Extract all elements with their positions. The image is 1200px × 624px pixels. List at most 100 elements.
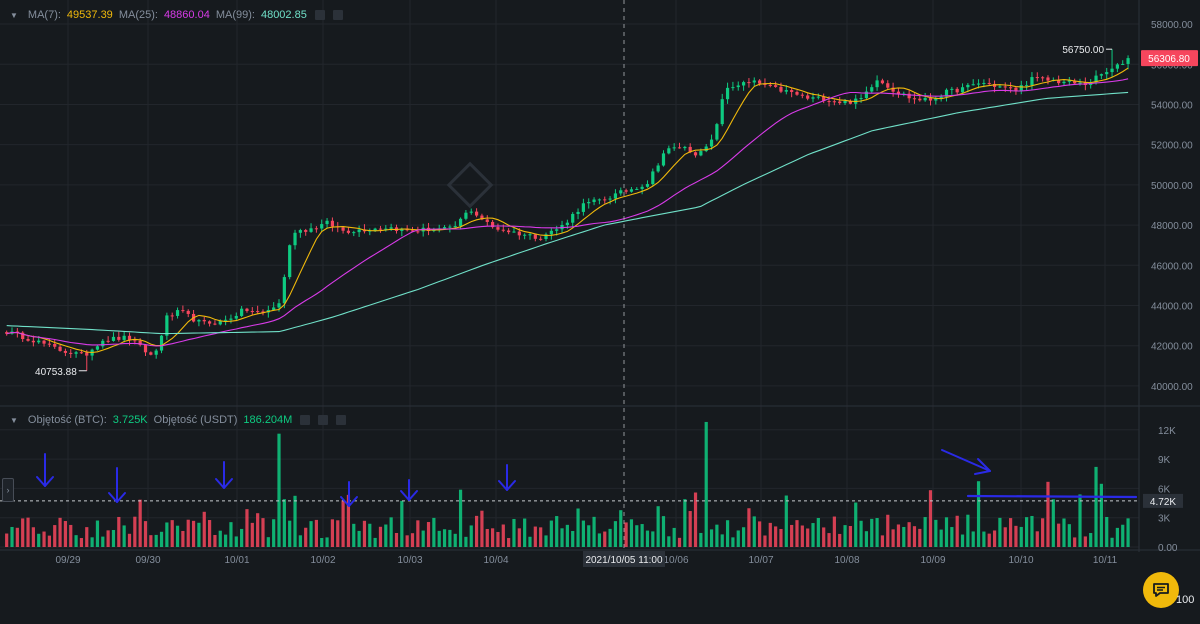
price-tick-label: 54000.00 (1151, 100, 1193, 111)
candle-body (768, 84, 772, 86)
volume-bar (843, 525, 847, 547)
ma99-label: MA(99): (215, 9, 255, 21)
time-tick-label: 10/01 (224, 555, 249, 566)
volume-bar (859, 520, 863, 547)
candle-body (69, 352, 73, 354)
volume-bar (480, 510, 484, 547)
volume-bar (661, 516, 666, 547)
volume-bar (1041, 518, 1045, 547)
volume-bar (234, 536, 238, 547)
volume-bar (79, 538, 84, 547)
volume-bar (827, 533, 831, 547)
volume-bar (224, 534, 228, 547)
volume-bar (987, 533, 991, 547)
volume-bar (74, 535, 78, 547)
close-icon[interactable] (336, 415, 347, 425)
volume-bar (822, 527, 826, 547)
chevron-right-icon[interactable]: › (2, 478, 14, 502)
candle-body (202, 319, 206, 322)
volume-bar (159, 531, 164, 547)
time-tick-label: 10/10 (1008, 555, 1033, 566)
candle-body (458, 218, 463, 227)
candle-body (1030, 77, 1034, 86)
volume-bar (752, 516, 756, 547)
candle-body (1115, 64, 1119, 69)
volume-bar (250, 522, 254, 547)
collapse-triangle-icon[interactable]: ▼ (10, 11, 18, 20)
volume-bar (774, 526, 778, 547)
candle-body (827, 101, 831, 103)
volume-bar (373, 537, 377, 547)
volume-bar (1051, 499, 1055, 547)
candle-body (715, 124, 719, 140)
collapse-triangle-icon[interactable]: ▼ (10, 416, 18, 425)
candle-body (1019, 85, 1023, 92)
trading-chart[interactable]: 40000.00 42000.00 44000.00 46000.00 48000.00… (0, 0, 1200, 624)
candle-body (1078, 82, 1082, 84)
volume-bar (683, 499, 687, 547)
volume-bar (736, 530, 740, 547)
candle-body (325, 220, 329, 225)
volume-bar (533, 526, 537, 547)
volume-bar (175, 525, 180, 547)
volume-bar (571, 530, 575, 547)
volume-bar (1094, 466, 1098, 547)
volume-bar (811, 523, 815, 547)
eye-icon[interactable] (300, 415, 311, 425)
volume-tick-label: 12K (1158, 426, 1176, 437)
candle-body (752, 80, 756, 83)
volume-bar (784, 495, 788, 547)
candle-body (779, 86, 783, 92)
volume-bar (330, 519, 335, 547)
candle-body (923, 98, 927, 101)
volume-bar (288, 520, 292, 547)
candle-body (1003, 86, 1007, 88)
candle-body (293, 232, 297, 246)
ma7-line (6, 67, 1129, 354)
candle-body (998, 86, 1002, 88)
candle-body (576, 211, 580, 214)
volume-bar (741, 527, 746, 547)
candle-body (58, 346, 62, 351)
candle-body (165, 315, 169, 336)
volume-bar (426, 522, 431, 547)
candle-body (442, 227, 447, 229)
volume-bar (304, 527, 308, 547)
time-tick-label: 09/30 (135, 555, 160, 566)
volume-bar (106, 530, 110, 547)
candle-body (613, 193, 618, 199)
annotations: 40753.88 56750.00 56306.80 4.72K (0, 45, 1198, 508)
time-tick-label: 10/03 (397, 555, 422, 566)
volume-bar (133, 516, 137, 547)
close-icon[interactable] (332, 10, 343, 20)
candle-body (47, 343, 51, 345)
volume-bar (645, 530, 650, 547)
volume-legend: ▼ Objętość (BTC): 3.725K Objętość (USDT)… (10, 411, 347, 429)
volume-bar (165, 522, 169, 547)
chat-button[interactable] (1143, 572, 1179, 608)
volume-bar (320, 538, 324, 547)
volume-bar (528, 536, 532, 547)
settings-icon[interactable] (318, 415, 329, 425)
candle-body (341, 227, 345, 231)
settings-icon[interactable] (314, 10, 325, 20)
volume-bar (240, 528, 244, 547)
volume-bar (197, 522, 201, 547)
price-candles (5, 49, 1130, 371)
candle-body (603, 199, 607, 201)
annotation-arrow (941, 449, 991, 472)
candle-body (704, 146, 708, 152)
candle-body (175, 310, 180, 316)
candle-body (800, 94, 804, 96)
volume-bar (656, 506, 660, 547)
volume-bar (923, 517, 927, 547)
volume-reference-label: 4.72K (1150, 497, 1176, 508)
candle-body (619, 190, 623, 194)
candle-body (870, 87, 874, 92)
candle-body (389, 227, 393, 229)
volume-bar (122, 525, 126, 547)
candle-body (571, 213, 575, 223)
candle-body (784, 90, 788, 92)
volume-bar (688, 511, 692, 547)
volume-bar (704, 421, 708, 547)
